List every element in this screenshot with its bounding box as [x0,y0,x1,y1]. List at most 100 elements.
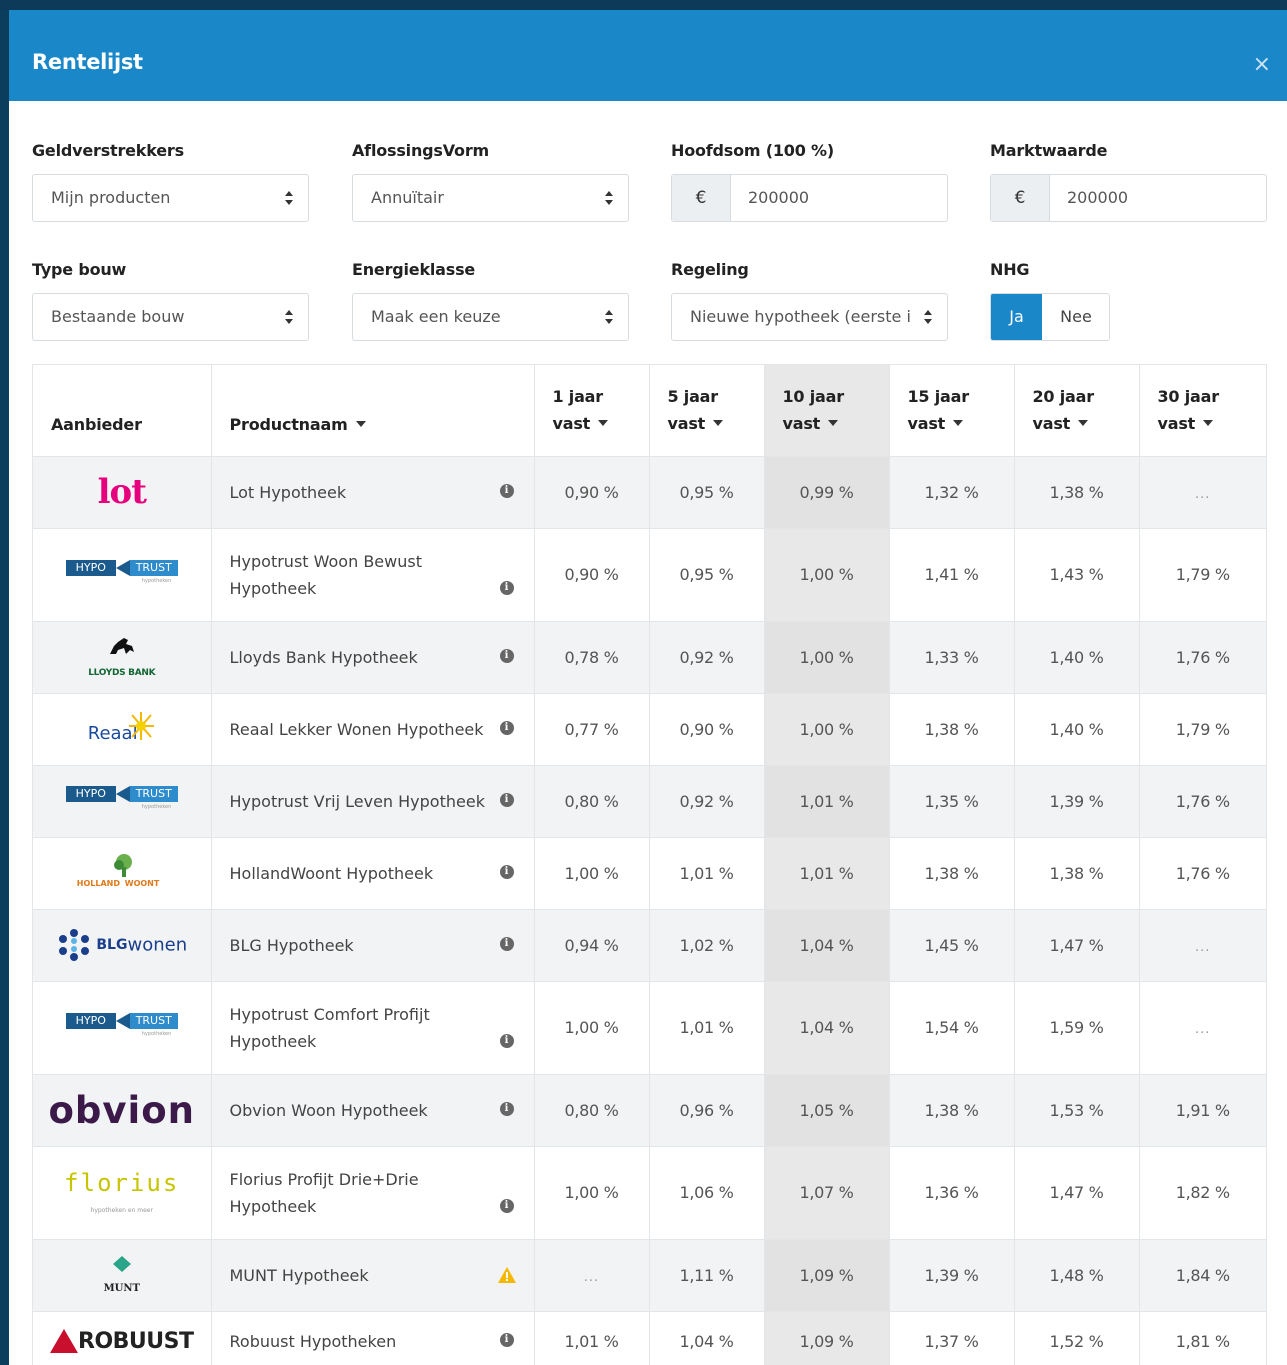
nhg-nee-button[interactable]: Nee [1042,294,1109,340]
close-icon[interactable]: × [1253,54,1271,76]
product-name[interactable]: Florius Profijt Drie+Drie Hypotheek [230,1170,419,1216]
info-icon[interactable]: i [499,1332,514,1347]
hoofdsom-input[interactable]: 200000 [748,175,809,221]
rate-15-jaar: 1,38 % [889,692,1015,765]
info-icon[interactable]: i [499,936,514,951]
rate-20-jaar: 1,43 % [1014,527,1140,621]
rate-30-jaar: 1,84 % [1139,1238,1266,1311]
product-name[interactable]: MUNT Hypotheek [230,1266,369,1285]
info-icon[interactable]: i [499,580,514,595]
select-sort-icon [605,310,613,324]
select-regeling[interactable]: Nieuwe hypotheek (eerste i [671,293,948,341]
select-sort-icon [285,191,293,205]
rate-5-jaar: 1,01 % [649,836,765,909]
hollandwoont-logo: HOLLAND WOONT [77,853,167,893]
product-name[interactable]: Lot Hypotheek [230,483,347,502]
arrow-icon [115,1012,130,1029]
nhg-ja-button[interactable]: Ja [991,294,1042,340]
rate-30-jaar: 1,81 % [1139,1310,1266,1365]
table-row[interactable]: LLOYDS BANK Lloyds Bank Hypotheek i 0,78 % 0… [33,620,1266,693]
info-icon[interactable]: i [499,483,514,498]
header-15-jaar-vast[interactable]: 15 jaar vast [889,365,1015,456]
sun-icon [128,712,154,740]
rate-1-jaar: 0,77 % [534,692,650,765]
table-row[interactable]: Reaal Reaal Lekker Wonen Hypotheek i 0,77 %… [33,692,1266,765]
select-energieklasse[interactable]: Maak een keuze [352,293,629,341]
rate-15-jaar: 1,54 % [889,980,1015,1074]
productnaam-cell: Hypotrust Comfort Profijt Hypotheek i [211,980,535,1074]
rate-10-jaar: 1,04 % [764,908,890,981]
select-aflossingsvorm[interactable]: Annuïtair [352,174,629,222]
info-icon[interactable]: i [499,1033,514,1048]
product-name[interactable]: BLG Hypotheek [230,936,354,955]
productnaam-cell: Lot Hypotheek i [211,455,535,528]
rate-1-jaar: ... [534,1238,650,1311]
table-row[interactable]: MUNT MUNT Hypotheek... 1,11 % 1,09 % 1,39 % 1… [33,1238,1266,1311]
productnaam-cell: BLG Hypotheek i [211,908,535,981]
rate-1-jaar: 0,80 % [534,1073,650,1146]
table-row[interactable]: HYPO TRUST hypotheken Hypotrust Vrij Leven … [33,764,1266,837]
product-name[interactable]: Obvion Woon Hypotheek [230,1101,428,1120]
aanbieder-cell: HYPO TRUST hypotheken [33,527,212,621]
table-row[interactable]: HOLLAND WOONT HollandWoont Hypotheek i 1,00 … [33,836,1266,909]
header-30-jaar-vast[interactable]: 30 jaar vast [1139,365,1266,456]
obvion-logo: obvion [48,1088,195,1132]
aanbieder-cell: HYPO TRUST hypotheken [33,764,212,837]
aanbieder-cell: HOLLAND WOONT [33,836,212,909]
product-name[interactable]: Hypotrust Comfort Profijt Hypotheek [230,1005,430,1051]
table-row[interactable]: HYPO TRUST hypotheken Hypotrust Woon Bewust… [33,527,1266,621]
table-row[interactable]: florius hypotheken en meer Florius Profijt… [33,1145,1266,1239]
productnaam-cell: Hypotrust Woon Bewust Hypotheek i [211,527,535,621]
robuust-logo: ROBUUST [50,1329,194,1354]
table-row[interactable]: obvion Obvion Woon Hypotheek i 0,80 % 0,96 %… [33,1073,1266,1146]
header-20-jaar-vast[interactable]: 20 jaar vast [1014,365,1140,456]
arrow-icon [115,559,130,576]
header-1-jaar-vast[interactable]: 1 jaar vast [534,365,650,456]
info-icon[interactable]: i [499,1101,514,1116]
product-name[interactable]: Hypotrust Woon Bewust Hypotheek [230,552,422,598]
select-geldverstrekkers[interactable]: Mijn producten [32,174,309,222]
rate-10-jaar: 1,04 % [764,980,890,1074]
productnaam-cell: Lloyds Bank Hypotheek i [211,620,535,693]
select-type-bouw[interactable]: Bestaande bouw [32,293,309,341]
select-value: Maak een keuze [371,307,501,326]
lot-logo: lot [97,472,147,512]
header-5-jaar-vast[interactable]: 5 jaar vast [649,365,765,456]
euro-addon: € [991,175,1050,221]
table-row[interactable]: BLGwonen BLG Hypotheek i 0,94 % 1,02 % 1,04 %… [33,908,1266,981]
munt-drop-icon [112,1255,131,1272]
table-row[interactable]: lot Lot Hypotheek i 0,90 % 0,95 % 0,99 % 1,32 … [33,455,1266,528]
rate-5-jaar: 1,06 % [649,1145,765,1239]
product-name[interactable]: Hypotrust Vrij Leven Hypotheek [230,792,485,811]
info-icon[interactable]: i [499,864,514,879]
info-icon[interactable]: i [499,792,514,807]
rate-5-jaar: 1,04 % [649,1310,765,1365]
header-10-jaar-vast[interactable]: 10 jaar vast [764,365,890,456]
rate-5-jaar: 1,11 % [649,1238,765,1311]
rate-15-jaar: 1,37 % [889,1310,1015,1365]
table-row[interactable]: ROBUUST Robuust Hypotheken i 1,01 % 1,04 % 1,… [33,1310,1266,1365]
reaal-logo: Reaal [82,709,162,749]
product-name[interactable]: Reaal Lekker Wonen Hypotheek [230,720,484,739]
rate-15-jaar: 1,39 % [889,1238,1015,1311]
rate-30-jaar: 1,76 % [1139,836,1266,909]
header-aanbieder: Aanbieder [33,365,212,456]
table-row[interactable]: HYPO TRUST hypotheken Hypotrust Comfort Pro… [33,980,1266,1074]
info-icon[interactable]: i [499,648,514,663]
info-icon[interactable]: i [499,1198,514,1213]
product-name[interactable]: HollandWoont Hypotheek [230,864,434,883]
rate-1-jaar: 0,94 % [534,908,650,981]
product-name[interactable]: Lloyds Bank Hypotheek [230,648,418,667]
info-icon[interactable]: i [499,720,514,735]
hypotrust-logo: HYPO TRUST hypotheken [65,558,178,592]
filter-hoofdsom: Hoofdsom (100 %) € 200000 [671,141,948,222]
backdrop [0,0,1287,10]
marktwaarde-input[interactable]: 200000 [1067,175,1128,221]
header-productnaam[interactable]: Productnaam [211,365,535,456]
rate-5-jaar: 0,92 % [649,620,765,693]
product-name[interactable]: Robuust Hypotheken [230,1332,397,1351]
filter-geldverstrekkers: Geldverstrekkers Mijn producten [32,141,309,222]
warning-icon[interactable] [497,1266,516,1283]
rentelijst-modal: Rentelijst × Geldverstrekkers Mijn produ… [9,10,1287,1365]
aanbieder-cell: MUNT [33,1238,212,1311]
